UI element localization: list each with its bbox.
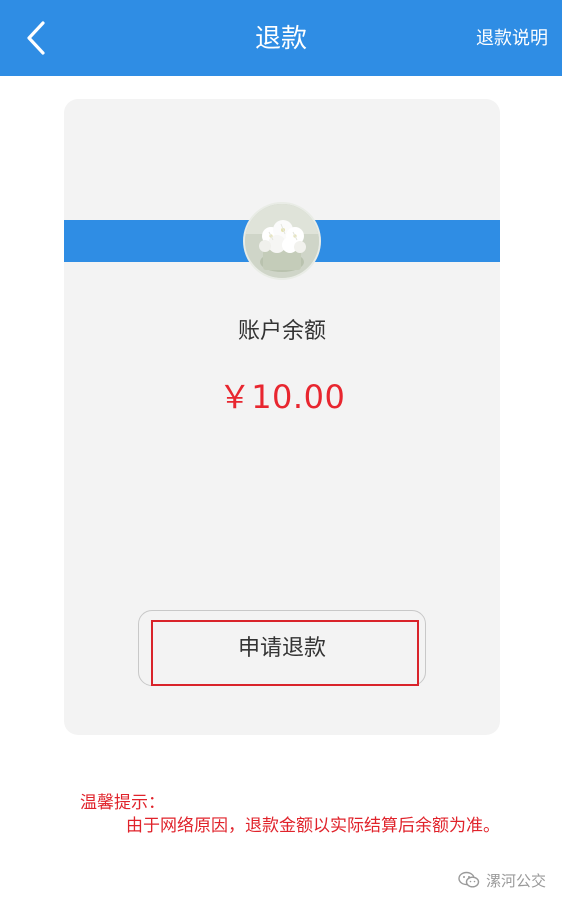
watermark: 漯河公交 <box>458 868 546 892</box>
flower-image-icon <box>245 204 319 278</box>
chevron-left-icon <box>27 21 45 55</box>
watermark-text: 漯河公交 <box>485 871 546 890</box>
avatar <box>243 202 321 280</box>
apply-refund-button[interactable] <box>138 610 426 686</box>
back-button[interactable] <box>14 14 58 62</box>
tips-title: 温馨提示： <box>80 793 165 813</box>
balance-label: 账户余额 <box>237 319 326 344</box>
app-header: 退款 退款说明 <box>0 0 562 76</box>
refund-instructions-link[interactable]: 退款说明 <box>476 0 548 76</box>
wechat-icon <box>458 871 480 888</box>
tips-body: 由于网络原因，退款金额以实际结算后余额为准。 <box>126 816 500 836</box>
balance-amount: ￥10.00 <box>218 378 346 416</box>
